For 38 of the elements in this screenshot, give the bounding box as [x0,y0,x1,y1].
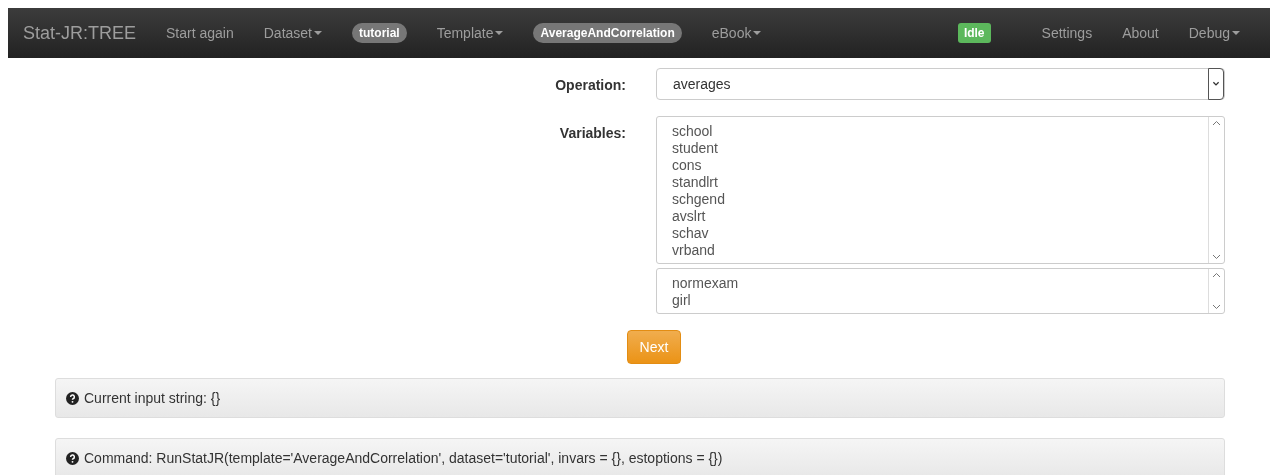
help-icon [66,451,79,465]
list-option[interactable]: normexam [672,275,739,292]
list-option[interactable]: student [672,140,725,157]
caret-icon [314,31,322,35]
scroll-down-icon[interactable] [1212,254,1221,260]
chosen-variables-list[interactable]: normexam girl [656,268,1225,314]
list-option[interactable]: vrband [672,242,725,259]
list-option[interactable]: school [672,123,725,140]
badge: tutorial [352,23,407,43]
brand[interactable]: Stat-JR:TREE [23,22,137,44]
nav-link[interactable]: About [1122,25,1159,41]
list-option[interactable]: avslrt [672,208,725,225]
scroll-up-icon[interactable] [1212,272,1221,278]
caret-icon [753,31,762,35]
help-icon [66,391,79,405]
available-variables-list[interactable]: school student cons standlrt schgend avslrt schav vrband [656,116,1225,264]
nav-dropdown[interactable]: Template [436,25,504,41]
panel-text: Current input string: {} [84,390,221,406]
nav-link[interactable]: Settings [1041,25,1093,41]
list-option[interactable]: girl [672,292,739,309]
panel-text: Command: RunStatJR(template='AverageAndCorrelation', dataset='tutorial', invars = {}, estoptions = {}) [84,450,723,466]
nav-dropdown[interactable]: eBook [711,25,762,41]
scroll-down-icon[interactable] [1212,304,1221,310]
nav-link[interactable]: Start again [166,25,234,41]
list-option[interactable]: standlrt [672,174,725,191]
field-label: Variables: [558,124,626,143]
list-option[interactable]: cons [672,157,725,174]
caret-icon [1232,31,1240,35]
nav-dropdown[interactable]: Dataset [263,25,322,41]
field-label: Operation: [554,76,626,95]
nav-dropdown[interactable]: Debug [1188,25,1240,41]
caret-icon [495,31,504,35]
list-option[interactable]: schav [672,225,725,242]
list-option[interactable]: schgend [672,191,725,208]
status-badge: Idle [957,23,991,43]
operation-select[interactable]: averages [656,68,1225,100]
scroll-up-icon[interactable] [1212,120,1221,126]
badge: AverageAndCorrelation [533,23,682,43]
